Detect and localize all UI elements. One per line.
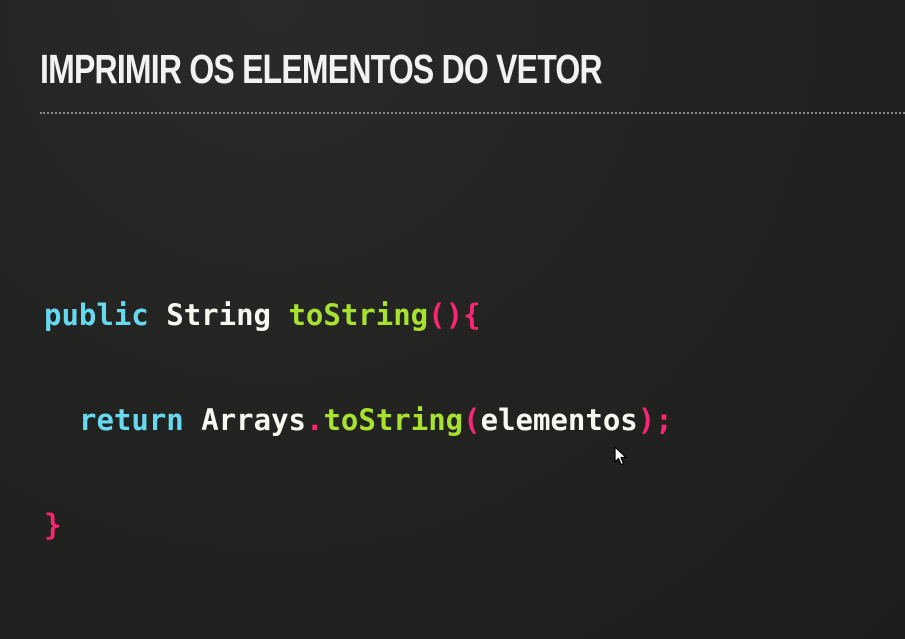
open-paren: (: [463, 403, 481, 437]
argument-elementos: elementos: [480, 403, 638, 437]
keyword-public: public: [44, 298, 149, 332]
code-line-1: public String toString(){: [44, 298, 673, 333]
close-brace: }: [44, 508, 62, 542]
slide-title: IMPRIMIR OS ELEMENTOS DO VETOR: [40, 46, 603, 92]
presentation-slide: IMPRIMIR OS ELEMENTOS DO VETOR public St…: [0, 0, 905, 639]
keyword-return: return: [79, 403, 184, 437]
type-string: String: [166, 298, 271, 332]
class-arrays: Arrays: [201, 403, 306, 437]
close-paren-semicolon: );: [637, 403, 673, 437]
open-brace: {: [463, 298, 481, 332]
code-block: public String toString(){ return Arrays.…: [44, 228, 673, 613]
dot-operator: .: [306, 403, 324, 437]
method-name: toString: [288, 298, 429, 332]
mouse-pointer-icon: [614, 446, 627, 466]
code-line-3: }: [44, 508, 673, 543]
code-line-2: return Arrays.toString(elementos);: [44, 403, 673, 438]
title-divider: [40, 112, 905, 114]
method-parens: (): [428, 298, 464, 332]
method-call: toString: [323, 403, 464, 437]
